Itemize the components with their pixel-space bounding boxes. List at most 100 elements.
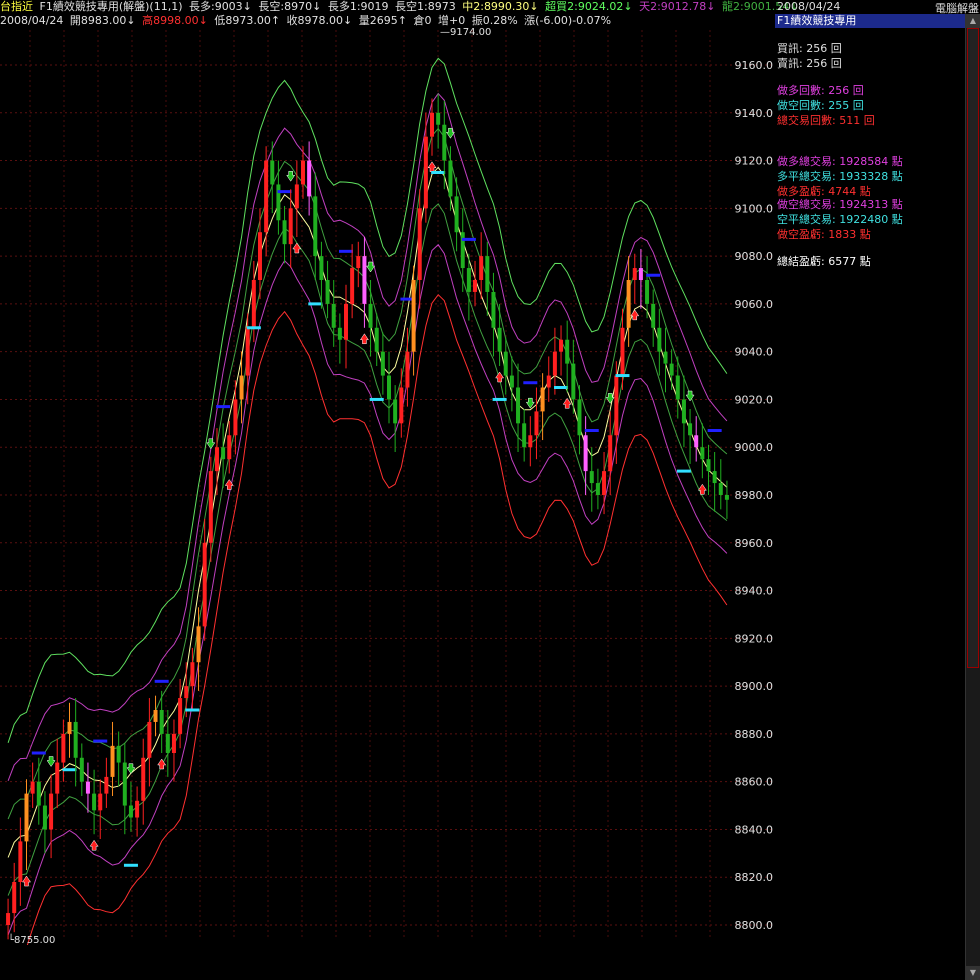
candle-body [614,375,619,436]
candle-body [165,733,170,753]
candle-body [307,160,312,197]
sell-arrow-icon [525,397,535,409]
stat-line: 多平總交易: 1933328 點 [777,170,903,183]
candle-body [184,686,189,699]
candle-body [49,793,54,830]
candle-body [565,339,570,364]
candle-body [79,757,84,782]
sell-arrow-icon [685,390,695,402]
scroll-up-icon[interactable]: ▲ [966,14,980,28]
candle-body [85,781,90,794]
candle-body [356,256,361,269]
band-line-centre [7,166,728,858]
horizontal-scroll-area [0,945,775,980]
y-tick-label: 8800.0 [735,919,774,932]
candle-body [178,698,183,734]
candle-body [552,351,557,376]
candle-body [540,387,545,412]
sell-arrow-icon [46,756,56,767]
candle-body [497,327,502,352]
candle-body [331,303,336,328]
buy-arrow-icon [427,161,437,173]
candle-body [423,136,428,209]
candle-body [405,351,410,388]
candle-body [67,721,72,734]
y-tick-label: 8960.0 [735,537,774,550]
candle-body [626,280,631,328]
candle-body [466,268,471,292]
stat-line: 做多總交易: 1928584 點 [777,155,903,168]
y-tick-label: 9160.0 [735,59,774,72]
candle-body [190,662,195,687]
candle-body [122,762,127,806]
sell-arrow-icon [445,127,455,139]
candle-body [491,291,496,328]
candle-body [288,208,293,245]
candle-body [522,423,527,448]
candle-body [724,495,729,500]
band-line-lower-mid [7,243,728,936]
candle-body [239,375,244,400]
price-chart[interactable]: 9160.0 9140.0 9120.0 9100.0 9080.0 9060.0 9040… [0,28,775,945]
candle-body [343,303,348,340]
mid-level: 中2:8990.30↓ [462,0,539,13]
candle-body [454,196,459,233]
candle-body [479,256,484,280]
candle-body [368,303,373,328]
period-low-label: └8755.00 [8,933,55,945]
buy-arrow-icon [359,333,369,345]
candle-body [233,399,238,436]
candle-body [718,483,723,495]
candle-body [159,710,164,734]
ohlc-date: 2008/04/24 [0,14,64,27]
candle-body [227,435,232,460]
vertical-scrollbar[interactable]: ▲ ▼ [965,14,980,980]
scroll-down-icon[interactable]: ▼ [966,966,980,980]
stat-line: 空平總交易: 1922480 點 [777,213,903,226]
chart-title: F1績效競技專用(解盤)(11,1) [39,0,183,13]
candle-body [313,196,318,257]
scroll-thumb[interactable] [967,28,979,668]
candle-body [608,435,613,472]
buy-arrow-icon [495,371,505,383]
short-level: 長空:8970↓ [258,0,322,13]
buy-arrow-icon [630,309,640,321]
candle-body [638,268,643,280]
candle-body [282,220,287,245]
candle-body [681,399,686,424]
panel-date: 2008/04/24 [777,0,841,13]
candle-body [657,327,662,352]
candle-body [6,913,11,925]
candle-body [104,776,109,794]
candle-body [147,721,152,758]
candle-body [509,375,514,388]
candle-body [171,733,176,753]
candle-body [663,351,668,364]
candle-body [208,471,213,543]
buy-arrow-icon [22,875,31,887]
stat-line: 做空盈虧: 1833 點 [777,228,871,241]
candle-body [706,459,711,472]
ohlc-volume: 量2695↑ [358,14,407,27]
candle-body [460,232,465,269]
buy-arrow-icon [562,397,572,409]
long-level: 長多:9003↓ [188,0,252,13]
candle-body [18,841,23,882]
candle-body [559,339,564,352]
buy-arrow-icon [89,839,99,851]
candle-body [325,280,330,304]
symbol-label[interactable]: 台指近 [0,0,33,13]
y-tick-label: 9080.0 [735,250,774,263]
stat-line: 做空回數: 255 回 [777,99,864,112]
y-tick-label: 8860.0 [735,776,774,789]
candle-body [374,327,379,352]
ohlc-open: 開8983.00↓ [69,14,136,27]
candle-body [436,112,441,125]
candle-body [700,447,705,460]
y-tick-label: 9040.0 [735,346,774,359]
candle-body [442,124,447,161]
panel-title: F1績效競技專用 [775,14,965,28]
candle-body [221,447,226,460]
candle-body [276,184,281,221]
candle-body [589,471,594,484]
